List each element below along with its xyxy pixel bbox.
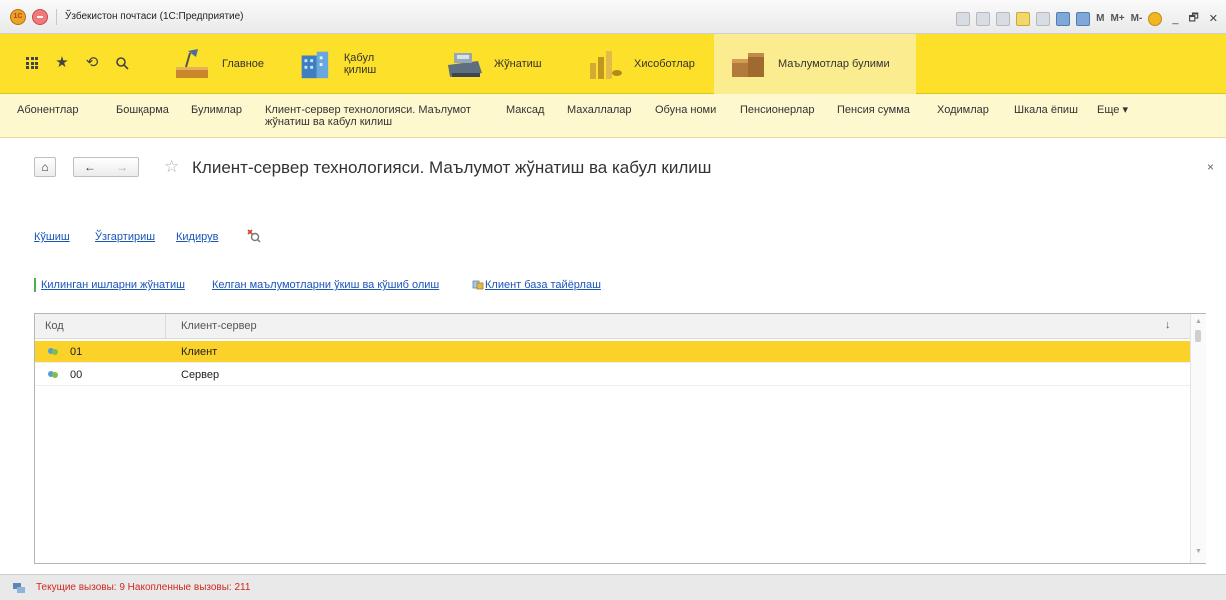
- favorite-star-icon[interactable]: ☆: [164, 157, 179, 177]
- close-window-button[interactable]: ✕: [1209, 12, 1218, 25]
- sort-arrow-icon[interactable]: ↓: [1165, 319, 1171, 331]
- subsection-subscribers[interactable]: Абонентлар: [17, 104, 78, 116]
- section-reports-label: Хисоботлар: [634, 58, 695, 70]
- table-row[interactable]: 00 Сервер: [35, 364, 1190, 386]
- subsection-close-scale[interactable]: Шкала ёпиш: [1014, 104, 1078, 116]
- page-title: Клиент-сервер технологияси. Маълумот жўн…: [192, 158, 712, 177]
- sections-panel: ★ ⟲ Главное Қабул қилиш Жўнатиш Хисоботл…: [0, 34, 1226, 94]
- title-bar-tools: M M+ M- _ 🗗 ✕: [956, 9, 1218, 28]
- subsection-client-server-line1: Клиент-сервер технологияси. Маълумот: [265, 104, 471, 116]
- subsection-employees[interactable]: Ходимлар: [937, 104, 989, 116]
- history-icon[interactable]: [1036, 11, 1051, 26]
- add-button[interactable]: Кўшиш: [34, 231, 70, 243]
- boxes-icon: [732, 53, 764, 77]
- section-send-label: Жўнатиш: [494, 58, 542, 70]
- section-data-label: Маълумотлар булими: [778, 58, 890, 70]
- search-icon[interactable]: [114, 55, 130, 71]
- edit-button[interactable]: Ўзгартириш: [95, 231, 155, 243]
- section-data[interactable]: Маълумотлар булими: [714, 34, 916, 94]
- restore-button[interactable]: 🗗: [1188, 9, 1198, 28]
- scrollbar-thumb[interactable]: [1195, 330, 1201, 342]
- history-icon[interactable]: ⟲: [84, 55, 100, 71]
- server-calls-icon[interactable]: [12, 582, 26, 594]
- prepare-client-base-link[interactable]: Клиент база тайёрлаш: [485, 279, 601, 291]
- row-name: Сервер: [181, 369, 220, 381]
- building-icon: [301, 51, 329, 79]
- home-button[interactable]: ⌂: [34, 157, 56, 177]
- column-header-client-server[interactable]: Клиент-сервер: [181, 320, 257, 332]
- catalog-item-icon: [48, 371, 58, 378]
- info-icon[interactable]: [1148, 11, 1163, 26]
- title-separator: [56, 8, 57, 25]
- forward-arrow-icon[interactable]: →: [116, 160, 128, 174]
- home-icon: ⌂: [41, 160, 49, 174]
- clear-search-icon[interactable]: [247, 229, 261, 243]
- row-name: Клиент: [181, 346, 218, 358]
- main-menu-icon[interactable]: [32, 8, 48, 25]
- section-send[interactable]: Жўнатиш: [444, 34, 564, 94]
- memory-button[interactable]: M: [1096, 13, 1104, 24]
- scroll-down-icon[interactable]: ▼: [1195, 548, 1203, 555]
- window-title-bar: 1С Ўзбекистон почтаси (1С:Предприятие) M…: [0, 0, 1226, 34]
- subsections-panel: Абонентлар Бошқарма Булимлар Клиент-серв…: [0, 94, 1226, 138]
- subsection-client-server[interactable]: Клиент-сервер технологияси. Маълумот жўн…: [265, 104, 471, 128]
- section-reports[interactable]: Хисоботлар: [584, 34, 704, 94]
- navigation-buttons: ← →: [73, 157, 139, 177]
- preview-icon[interactable]: [996, 11, 1011, 26]
- send-completed-work-link[interactable]: Килинган ишларни жўнатиш: [41, 279, 185, 291]
- table-row[interactable]: 01 Клиент: [35, 341, 1190, 363]
- database-icon: [472, 280, 484, 290]
- calculator-icon[interactable]: [1056, 11, 1071, 26]
- table-header: Код Клиент-сервер ↓: [35, 314, 1190, 339]
- print-icon[interactable]: [976, 11, 991, 26]
- subsection-neighborhoods[interactable]: Махаллалар: [567, 104, 632, 116]
- column-divider: [165, 314, 166, 339]
- subsection-purpose[interactable]: Максад: [506, 104, 544, 116]
- subsection-more-menu[interactable]: Еще ▾: [1097, 104, 1128, 116]
- search-button[interactable]: Кидирув: [176, 231, 218, 243]
- commands-group-marker: [34, 278, 36, 292]
- vertical-scrollbar[interactable]: ▲ ▼: [1190, 314, 1206, 563]
- status-bar: Текущие вызовы: 9 Накопленные вызовы: 21…: [0, 574, 1226, 600]
- favorites-icon[interactable]: [1016, 11, 1031, 26]
- section-receive-label: Қабул қилиш: [343, 52, 377, 76]
- receive-data-link[interactable]: Келган маълумотларни ўкиш ва кўшиб олиш: [212, 279, 439, 291]
- memory-minus-button[interactable]: M-: [1131, 13, 1143, 24]
- subsection-pension-amount[interactable]: Пенсия сумма: [837, 104, 910, 116]
- cash-register-icon: [448, 53, 482, 77]
- subsection-client-server-line2: жўнатиш ва кабул килиш: [265, 116, 393, 128]
- apps-grid-icon[interactable]: [24, 55, 40, 71]
- row-code: 01: [70, 346, 83, 358]
- scroll-up-icon[interactable]: ▲: [1195, 318, 1203, 325]
- desk-lamp-icon: [176, 49, 208, 78]
- column-header-code[interactable]: Код: [45, 320, 64, 332]
- subsection-departments[interactable]: Булимлар: [191, 104, 242, 116]
- client-server-table: Код Клиент-сервер ↓ 01 Клиент 00 Сервер …: [34, 313, 1206, 564]
- memory-plus-button[interactable]: M+: [1110, 13, 1124, 24]
- section-main[interactable]: Главное: [172, 34, 282, 94]
- coins-chart-icon: [590, 51, 622, 79]
- window-title: Ўзбекистон почтаси (1С:Предприятие): [65, 11, 244, 22]
- 1c-logo-icon[interactable]: 1С: [10, 8, 26, 25]
- subsection-subscription-names[interactable]: Обуна номи: [655, 104, 716, 116]
- favorites-star-icon[interactable]: ★: [54, 55, 70, 71]
- section-receive[interactable]: Қабул қилиш: [296, 34, 406, 94]
- catalog-item-icon: [48, 348, 58, 355]
- close-form-icon[interactable]: ×: [1207, 160, 1214, 174]
- row-code: 00: [70, 369, 83, 381]
- save-icon[interactable]: [956, 11, 971, 26]
- sections-tools: ★ ⟲: [24, 55, 130, 71]
- server-calls-status: Текущие вызовы: 9 Накопленные вызовы: 21…: [36, 582, 251, 593]
- subsection-pensioners[interactable]: Пенсионерлар: [740, 104, 814, 116]
- back-arrow-icon[interactable]: ←: [84, 160, 96, 174]
- subsection-administration[interactable]: Бошқарма: [116, 104, 169, 116]
- section-main-label: Главное: [222, 58, 265, 70]
- calendar-icon[interactable]: [1076, 11, 1091, 26]
- minimize-button[interactable]: _: [1172, 13, 1178, 25]
